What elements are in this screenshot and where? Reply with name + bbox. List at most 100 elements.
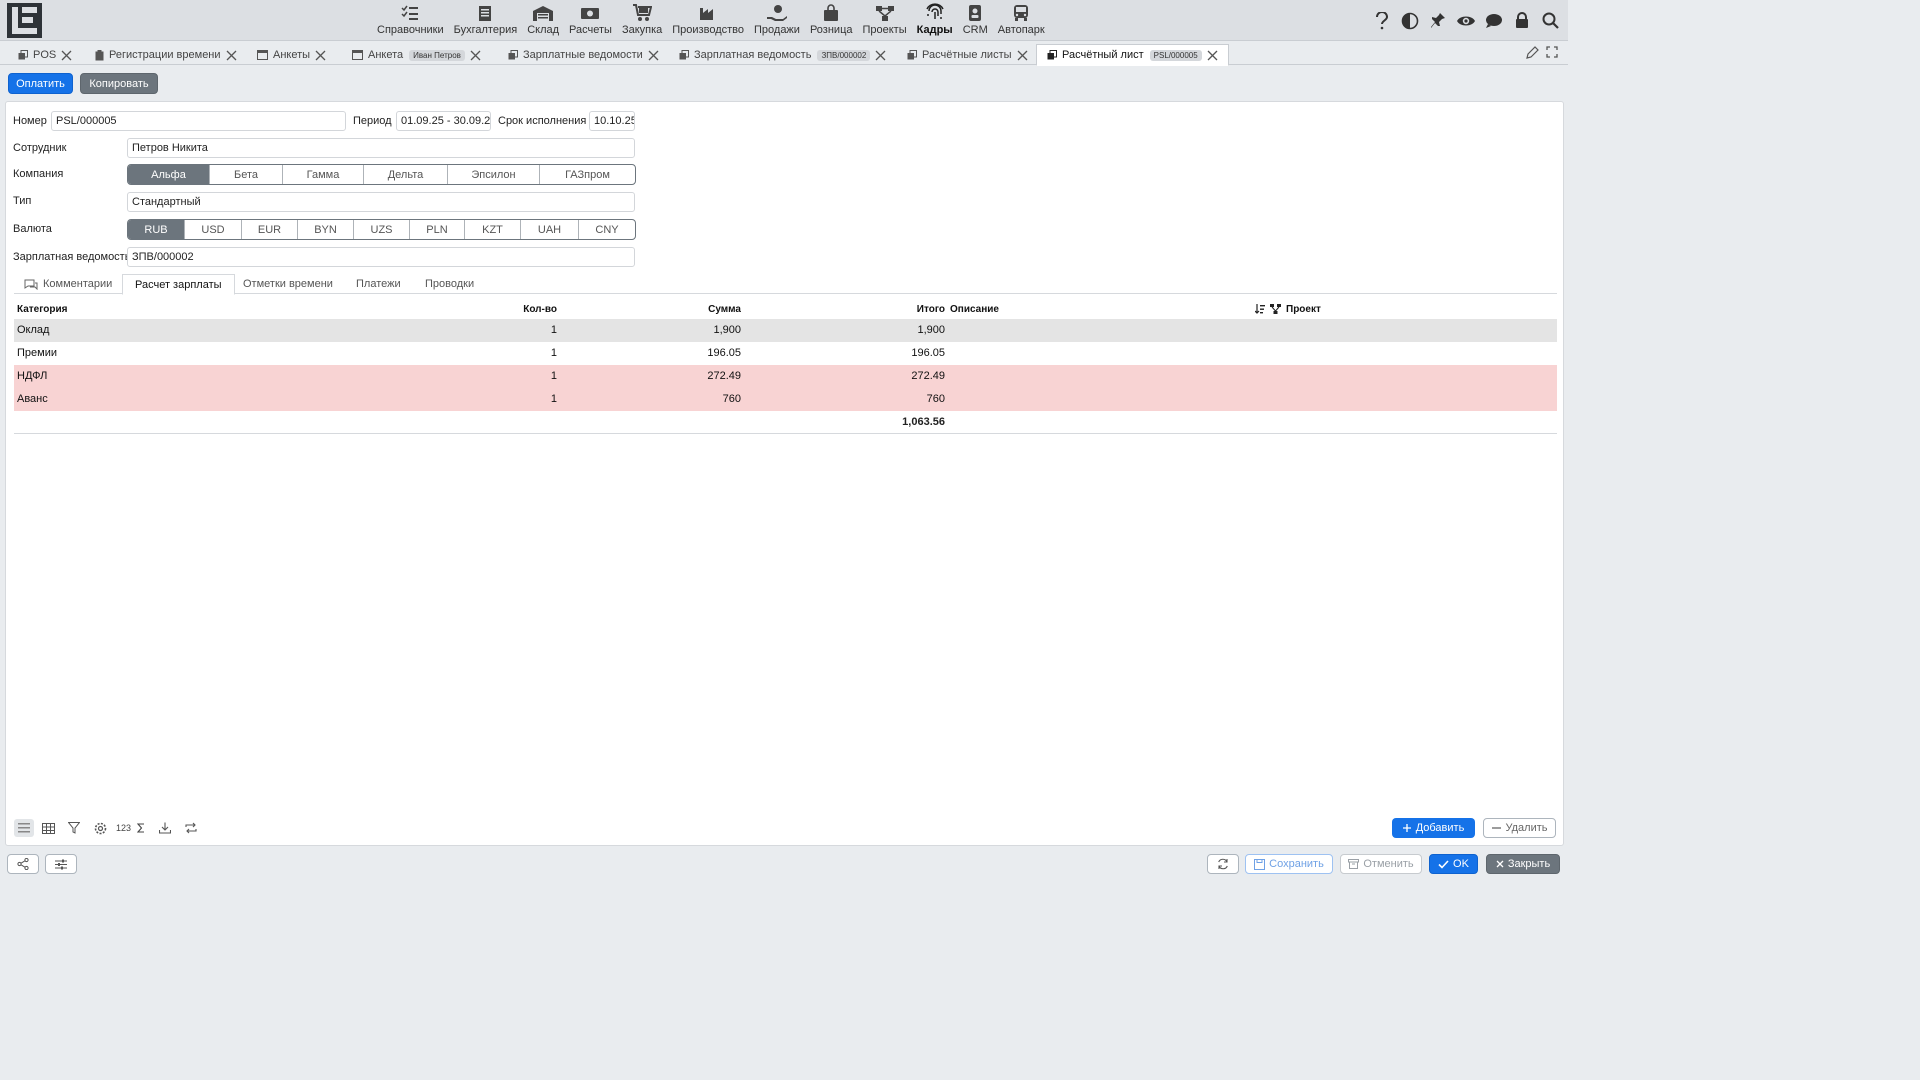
add-row-button[interactable]: Добавить [1392, 818, 1475, 838]
col-total-header[interactable]: Итого [917, 304, 945, 315]
currency-option[interactable]: KZT [465, 220, 521, 239]
close-button[interactable]: Закрыть [1486, 854, 1560, 874]
col-category-header[interactable]: Категория [17, 304, 67, 315]
close-icon[interactable] [315, 50, 326, 61]
payroll-field[interactable]: ЗПВ/000002 [127, 247, 635, 267]
module-projects[interactable]: Проекты [859, 0, 909, 41]
type-field[interactable]: Стандартный [127, 192, 635, 212]
currency-option[interactable]: USD [185, 220, 242, 239]
currency-option[interactable]: PLN [410, 220, 465, 239]
close-icon[interactable] [61, 50, 72, 61]
company-option[interactable]: Дельта [364, 165, 448, 184]
table-row[interactable]: Оклад 1 1,900 1,900 [14, 319, 1557, 342]
due-date-field[interactable]: 10.10.25 [589, 111, 635, 131]
list-view-icon[interactable] [14, 819, 34, 837]
pin-icon[interactable] [1424, 7, 1452, 35]
col-qty-header[interactable]: Кол-во [523, 304, 557, 315]
cancel-label: Отменить [1363, 858, 1414, 870]
close-icon[interactable] [875, 50, 886, 61]
theme-contrast-icon[interactable] [1396, 7, 1424, 35]
doc-tab-questionnaire[interactable]: Анкета Иван Петров [352, 45, 481, 65]
doc-tab-payroll-sheets[interactable]: Зарплатные ведомости [508, 45, 659, 65]
help-icon[interactable] [1368, 7, 1396, 35]
cell-total: 760 [926, 393, 945, 405]
module-retail[interactable]: Розница [807, 0, 856, 41]
tab-time-marks[interactable]: Отметки времени [243, 274, 333, 294]
delete-row-button[interactable]: Удалить [1483, 818, 1556, 838]
pencil-icon[interactable] [1522, 46, 1542, 59]
ok-button[interactable]: OK [1429, 854, 1478, 874]
module-sales[interactable]: Продажи [751, 0, 803, 41]
top-right-tools [1368, 0, 1564, 41]
refresh-button[interactable] [1207, 854, 1239, 874]
currency-option[interactable]: EUR [242, 220, 298, 239]
table-row[interactable]: НДФЛ 1 272.49 272.49 [14, 365, 1557, 388]
company-option[interactable]: Гамма [283, 165, 364, 184]
module-payments[interactable]: Расчеты [566, 0, 615, 41]
doc-tab-pos[interactable]: POS [18, 45, 72, 65]
table-row[interactable]: Премии 1 196.05 196.05 [14, 342, 1557, 365]
employee-field[interactable]: Петров Никита [127, 138, 635, 158]
save-button[interactable]: Сохранить [1245, 854, 1333, 874]
currency-option[interactable]: RUB [128, 220, 185, 239]
numbering-toggle[interactable]: 123 [116, 823, 131, 833]
search-icon[interactable] [1536, 7, 1564, 35]
repeat-icon[interactable] [181, 822, 201, 834]
tab-comments[interactable]: Комментарии [24, 274, 112, 294]
grid-view-icon[interactable] [38, 822, 58, 834]
module-accounting[interactable]: Бухгалтерия [451, 0, 521, 41]
number-field[interactable]: PSL/000005 [51, 111, 346, 131]
doc-tab-payslip[interactable]: Расчётный лист PSL/000005 [1036, 44, 1229, 66]
pay-button[interactable]: Оплатить [8, 73, 73, 94]
close-icon[interactable] [1207, 50, 1218, 61]
company-option[interactable]: Эпсилон [448, 165, 540, 184]
copy-button[interactable]: Копировать [80, 73, 158, 94]
table-row[interactable]: Аванс 1 760 760 [14, 388, 1557, 411]
close-icon[interactable] [648, 50, 659, 61]
chat-icon[interactable] [1480, 7, 1508, 35]
close-icon[interactable] [470, 50, 481, 61]
settings-sliders-button[interactable] [45, 854, 77, 874]
company-option[interactable]: ГАЗпром [540, 165, 635, 184]
gear-icon[interactable] [90, 822, 110, 835]
download-icon[interactable] [155, 822, 175, 834]
app-logo[interactable] [7, 3, 42, 38]
doc-tab-payroll-sheet[interactable]: Зарплатная ведомость ЗПВ/000002 [679, 45, 886, 65]
doc-tab-questionnaires[interactable]: Анкеты [257, 45, 326, 65]
close-icon[interactable] [1017, 50, 1028, 61]
currency-option[interactable]: BYN [298, 220, 354, 239]
share-button[interactable] [7, 854, 39, 874]
col-project-header[interactable]: Проект [1286, 304, 1321, 315]
tab-label: Платежи [356, 278, 401, 290]
tab-payroll-calculation[interactable]: Расчет зарплаты [122, 274, 235, 295]
module-warehouse[interactable]: Склад [524, 0, 562, 41]
payslip-form-panel: Номер PSL/000005 Период 01.09.25 - 30.09… [5, 101, 1564, 846]
cancel-button[interactable]: Отменить [1340, 854, 1422, 874]
col-description-header[interactable]: Описание [950, 304, 999, 315]
currency-option[interactable]: UAH [521, 220, 579, 239]
currency-option[interactable]: UZS [354, 220, 410, 239]
period-field[interactable]: 01.09.25 - 30.09.25 [396, 111, 491, 131]
fullscreen-icon[interactable] [1542, 46, 1562, 59]
module-crm[interactable]: CRM [960, 0, 991, 41]
doc-tab-time-registrations[interactable]: Регистрации времени [95, 45, 237, 65]
tab-payments[interactable]: Платежи [356, 274, 401, 294]
module-production[interactable]: Производство [669, 0, 747, 41]
module-purchasing[interactable]: Закупка [619, 0, 665, 41]
detail-tabs: Комментарии Расчет зарплаты Отметки врем… [14, 274, 1557, 295]
tab-postings[interactable]: Проводки [425, 274, 474, 294]
company-option[interactable]: Альфа [128, 165, 210, 184]
company-option[interactable]: Бета [210, 165, 283, 184]
module-directories[interactable]: Справочники [374, 0, 447, 41]
doc-tab-payslips[interactable]: Расчётные листы [907, 45, 1028, 65]
col-sum-header[interactable]: Сумма [708, 304, 741, 315]
filter-icon[interactable] [64, 822, 84, 834]
currency-option[interactable]: CNY [579, 220, 635, 239]
eye-icon[interactable] [1452, 7, 1480, 35]
module-hr[interactable]: Кадры [914, 0, 956, 41]
sort-icon[interactable] [1254, 304, 1265, 317]
sum-icon[interactable] [135, 823, 147, 833]
module-fleet[interactable]: Автопарк [995, 0, 1048, 41]
close-icon[interactable] [226, 50, 237, 61]
lock-icon[interactable] [1508, 7, 1536, 35]
